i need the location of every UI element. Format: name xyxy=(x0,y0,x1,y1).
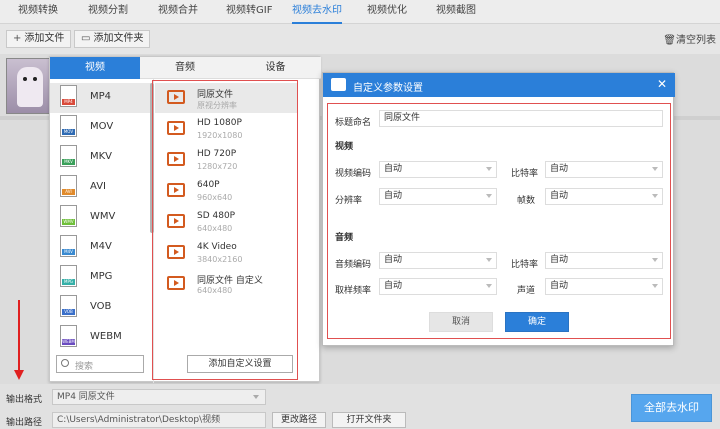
output-path-field[interactable]: C:\Users\Administrator\Desktop\视频 xyxy=(52,412,266,428)
clear-list-button[interactable]: 🗑清空列表 xyxy=(663,31,716,46)
open-folder-button[interactable]: 打开文件夹 xyxy=(332,412,406,428)
mov-file-icon: MOV xyxy=(60,115,77,137)
format-label: AVI xyxy=(90,181,106,192)
tab-video-merge[interactable]: 视频合并 xyxy=(158,0,198,24)
cat-figure xyxy=(17,67,43,107)
format-item-m4v[interactable]: M4V M4V xyxy=(50,233,154,263)
video-camera-icon xyxy=(331,78,346,91)
format-item-mp4[interactable]: MP4 MP4 xyxy=(50,83,154,113)
add-folder-label: 添加文件夹 xyxy=(93,33,144,44)
trash-icon: 🗑 xyxy=(663,35,676,46)
vob-file-icon: VOB xyxy=(60,295,77,317)
add-folder-button[interactable]: ▭ 添加文件夹 xyxy=(74,30,151,48)
search-input[interactable]: 搜索 xyxy=(56,355,144,373)
output-format-select[interactable]: MP4 同原文件 xyxy=(52,389,266,405)
format-label: MP4 xyxy=(90,91,112,102)
plus-icon: + xyxy=(13,33,22,44)
bottom-bar: 输出格式 MP4 同原文件 输出路径 C:\Users\Administrato… xyxy=(0,384,720,429)
video-thumbnail[interactable] xyxy=(6,58,54,114)
highlight-box xyxy=(152,80,298,380)
clear-list-label: 清空列表 xyxy=(676,35,716,46)
format-list: MP4 MP4 MOV MOV MKV MKV AVI AVI WMV WMV … xyxy=(50,79,154,383)
avi-file-icon: AVI xyxy=(60,175,77,197)
folder-icon: ▭ xyxy=(81,33,91,44)
format-label: MKV xyxy=(90,151,113,162)
top-nav: 视频转换 视频分割 视频合并 视频转GIF 视频去水印 视频优化 视频截图 xyxy=(0,0,720,24)
tab-video-optimize[interactable]: 视频优化 xyxy=(367,0,407,24)
change-path-button[interactable]: 更改路径 xyxy=(272,412,326,428)
search-placeholder: 搜索 xyxy=(75,362,94,372)
webm-file-icon: WEBM xyxy=(60,325,77,347)
format-label: VOB xyxy=(90,301,112,312)
format-label: WEBM xyxy=(90,331,122,342)
mp4-file-icon: MP4 xyxy=(60,85,77,107)
format-label: WMV xyxy=(90,211,116,222)
output-format-value: MP4 同原文件 xyxy=(57,392,115,402)
annotation-arrow xyxy=(18,300,20,372)
add-file-label: 添加文件 xyxy=(24,33,65,44)
highlight-box xyxy=(327,103,671,339)
format-item-vob[interactable]: VOB VOB xyxy=(50,293,154,323)
toolbar: + 添加文件 ▭ 添加文件夹 🗑清空列表 xyxy=(0,24,720,54)
format-item-mpg[interactable]: MPG MPG xyxy=(50,263,154,293)
tab-device[interactable]: 设备 xyxy=(230,57,321,79)
output-path-label: 输出路径 xyxy=(6,418,43,428)
tab-video-to-gif[interactable]: 视频转GIF xyxy=(226,0,272,24)
tab-audio[interactable]: 音频 xyxy=(140,57,230,79)
format-item-wmv[interactable]: WMV WMV xyxy=(50,203,154,233)
tab-video-convert[interactable]: 视频转换 xyxy=(18,0,58,24)
format-label: M4V xyxy=(90,241,112,252)
custom-params-dialog: 自定义参数设置 ✕ 标题命名 同原文件 视频 视频编码 自动 比特率 自动 分辨… xyxy=(322,72,675,346)
format-item-mkv[interactable]: MKV MKV xyxy=(50,143,154,173)
m4v-file-icon: M4V xyxy=(60,235,77,257)
wmv-file-icon: WMV xyxy=(60,205,77,227)
dialog-header: 自定义参数设置 ✕ xyxy=(323,73,675,97)
mpg-file-icon: MPG xyxy=(60,265,77,287)
format-tabs: 视频 音频 设备 xyxy=(50,57,321,79)
mkv-file-icon: MKV xyxy=(60,145,77,167)
tab-video[interactable]: 视频 xyxy=(50,57,140,79)
search-icon xyxy=(61,359,69,367)
tab-video-split[interactable]: 视频分割 xyxy=(88,0,128,24)
format-item-mov[interactable]: MOV MOV xyxy=(50,113,154,143)
format-item-avi[interactable]: AVI AVI xyxy=(50,173,154,203)
format-item-webm[interactable]: WEBM WEBM xyxy=(50,323,154,353)
tab-video-screenshot[interactable]: 视频截图 xyxy=(436,0,476,24)
format-label: MOV xyxy=(90,121,114,132)
format-label: MPG xyxy=(90,271,113,282)
tab-remove-watermark[interactable]: 视频去水印 xyxy=(292,0,342,24)
dialog-title: 自定义参数设置 xyxy=(353,83,423,94)
close-icon[interactable]: ✕ xyxy=(657,77,667,91)
add-file-button[interactable]: + 添加文件 xyxy=(6,30,72,48)
output-path-value: C:\Users\Administrator\Desktop\视频 xyxy=(57,415,221,425)
chevron-down-icon xyxy=(253,395,259,399)
annotation-arrow-head xyxy=(14,370,24,380)
remove-all-watermark-button[interactable]: 全部去水印 xyxy=(631,394,712,422)
output-format-label: 输出格式 xyxy=(6,395,43,405)
